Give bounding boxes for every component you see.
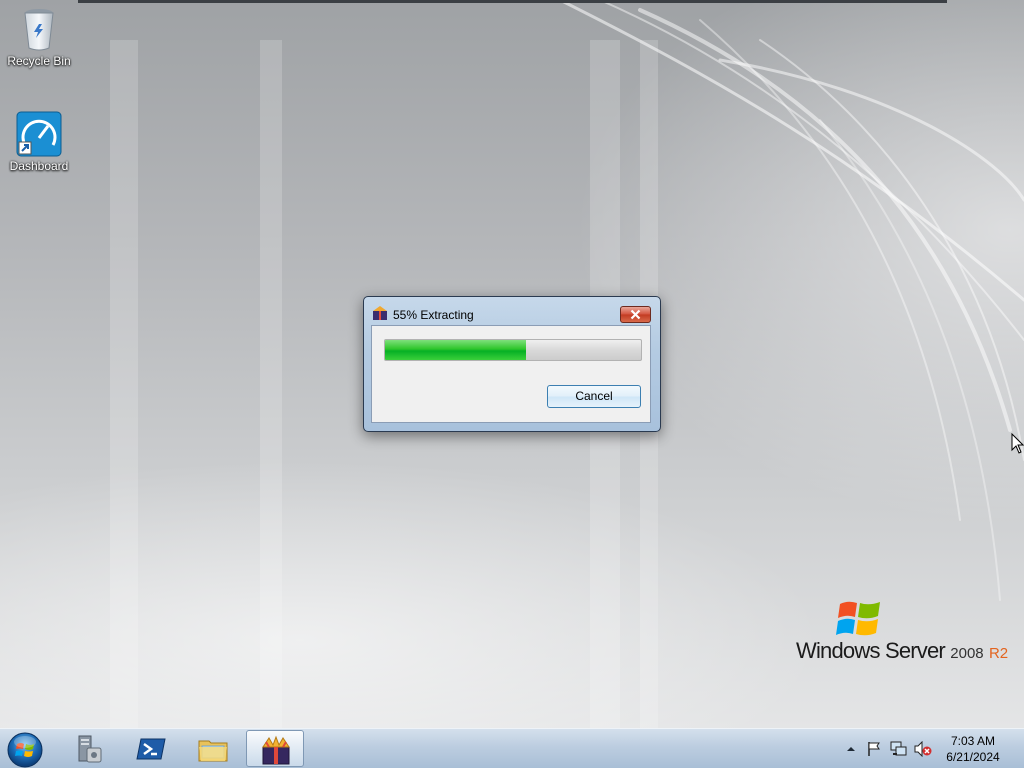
- start-orb-icon: [7, 732, 43, 768]
- dialog-title: 55% Extracting: [393, 308, 474, 322]
- desktop-icon-recycle-bin[interactable]: Recycle Bin: [1, 6, 77, 68]
- show-hidden-icons-icon[interactable]: [846, 744, 856, 754]
- dialog-body: Cancel: [371, 325, 651, 423]
- archive-app-icon: [373, 306, 387, 320]
- extract-progress-bar: [384, 339, 642, 361]
- recycle-bin-icon: [24, 9, 54, 51]
- taskbar-clock[interactable]: 7:03 AM 6/21/2024: [936, 733, 1010, 765]
- taskbar-powershell[interactable]: [122, 730, 180, 767]
- start-button[interactable]: [6, 731, 44, 769]
- taskbar-extractor[interactable]: [246, 730, 304, 767]
- logo-text: Windows Server 2008 R2: [796, 638, 1008, 664]
- windows-flag-icon: [836, 601, 880, 636]
- recycle-bin-label: Recycle Bin: [7, 54, 71, 68]
- desktop[interactable]: Recycle Bin Dashboard Windows Server 200…: [0, 0, 1024, 728]
- logo-brand: Windows Server: [796, 638, 946, 663]
- clock-time: 7:03 AM: [950, 734, 996, 748]
- close-button[interactable]: [620, 306, 651, 323]
- mouse-cursor-icon: [1011, 433, 1024, 454]
- progress-fill: [385, 340, 526, 360]
- dialog-titlebar[interactable]: 55% Extracting: [364, 297, 660, 325]
- dashboard-label: Dashboard: [9, 159, 69, 173]
- desktop-icon-dashboard[interactable]: Dashboard: [1, 111, 77, 173]
- volume-muted-icon[interactable]: [914, 741, 932, 757]
- action-center-flag-icon[interactable]: [866, 741, 882, 757]
- taskbar-explorer[interactable]: [184, 730, 242, 767]
- dashboard-shortcut-icon: [16, 111, 62, 157]
- powershell-icon: [136, 738, 166, 760]
- windows-server-logo: Windows Server 2008 R2: [794, 598, 1008, 668]
- logo-edition: R2: [988, 645, 1009, 662]
- top-edge-bar: [78, 0, 947, 3]
- archive-app-icon: [262, 735, 290, 765]
- extract-progress-dialog: 55% Extracting Cancel: [363, 296, 661, 432]
- close-icon: [630, 309, 641, 320]
- logo-version: 2008: [950, 645, 984, 662]
- cancel-button[interactable]: Cancel: [547, 385, 641, 408]
- taskbar-server-manager[interactable]: [60, 730, 118, 767]
- clock-date: 6/21/2024: [946, 750, 1000, 764]
- folder-icon: [198, 740, 228, 762]
- taskbar: 7:03 AM 6/21/2024: [0, 728, 1024, 768]
- server-manager-icon: [78, 735, 102, 763]
- network-icon[interactable]: [890, 741, 908, 757]
